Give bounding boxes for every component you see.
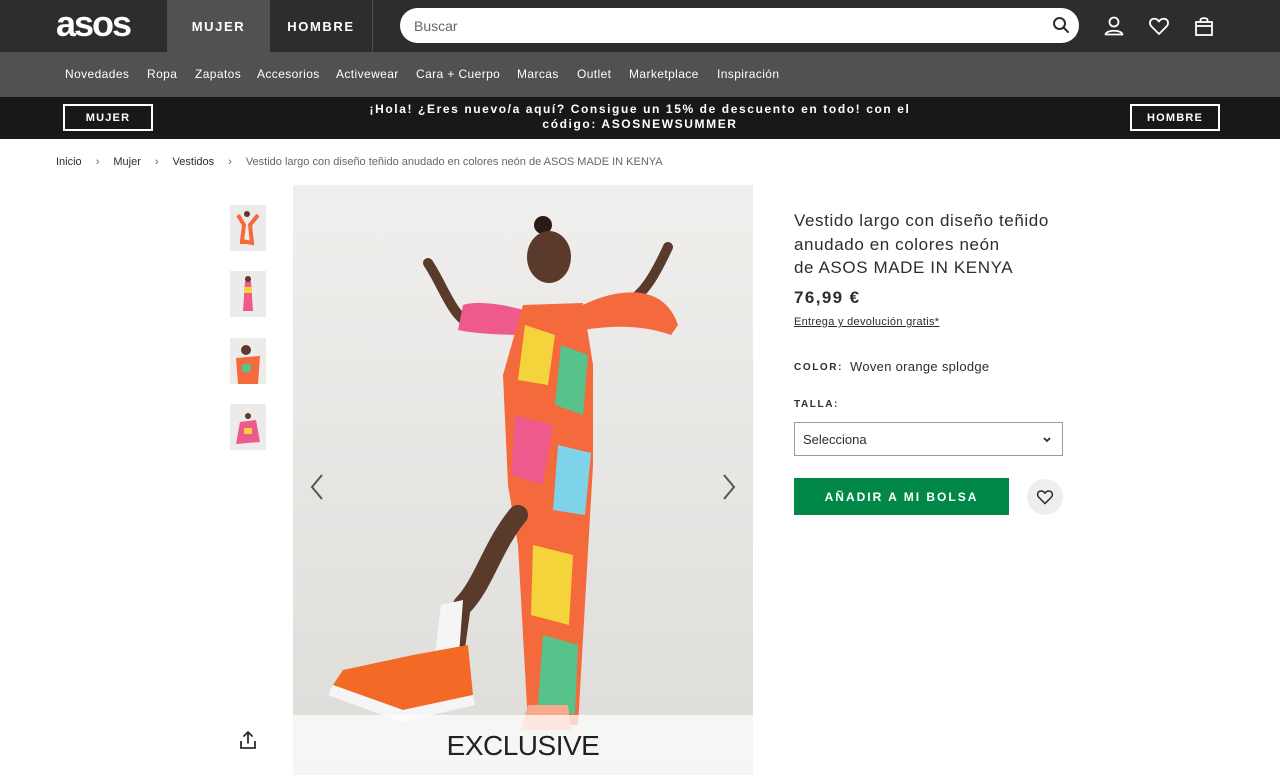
gallery-thumbnail-2[interactable] — [230, 271, 266, 317]
product-photo — [293, 185, 753, 775]
nav-item-inspiracion[interactable]: Inspiración — [717, 52, 779, 97]
chevron-right-icon: › — [154, 156, 159, 168]
size-select[interactable]: Selecciona — [794, 422, 1063, 456]
search-icon[interactable] — [1052, 16, 1070, 34]
chevron-right-icon: › — [95, 156, 100, 168]
promo-mujer-button[interactable]: MUJER — [63, 104, 153, 131]
heart-icon[interactable] — [1148, 15, 1170, 37]
nav-item-accesorios[interactable]: Accesorios — [257, 52, 320, 97]
breadcrumb-inicio[interactable]: Inicio — [56, 156, 82, 168]
breadcrumb-current: Vestido largo con diseño teñido anudado … — [245, 156, 663, 168]
asos-logo[interactable]: asos — [56, 8, 152, 42]
bag-icon[interactable] — [1193, 15, 1215, 37]
promo-hombre-button[interactable]: HOMBRE — [1130, 104, 1220, 131]
breadcrumb: Inicio › Mujer › Vestidos › Vestido largo con … — [56, 156, 663, 168]
tab-hombre[interactable]: HOMBRE — [270, 0, 372, 52]
color-value: Woven orange splodge — [850, 359, 990, 374]
product-title-line: Vestido largo con diseño teñido — [794, 211, 1049, 230]
breadcrumb-vestidos[interactable]: Vestidos — [173, 156, 215, 168]
nav-item-novedades[interactable]: Novedades — [65, 52, 129, 97]
size-label: TALLA: — [794, 399, 839, 410]
gallery-thumbnail-3[interactable] — [230, 338, 266, 384]
promo-banner: MUJER ¡Hola! ¿Eres nuevo/a aquí? Consigu… — [0, 97, 1280, 139]
search-box — [400, 8, 1079, 43]
nav-item-outlet[interactable]: Outlet — [577, 52, 611, 97]
nav-item-ropa[interactable]: Ropa — [147, 52, 177, 97]
thumbnail-image — [230, 404, 266, 450]
svg-text:asos: asos — [56, 8, 131, 42]
chevron-right-icon: › — [228, 156, 232, 168]
heart-icon — [1036, 490, 1054, 505]
search-input[interactable] — [414, 8, 1034, 43]
thumbnail-image — [230, 205, 266, 251]
exclusive-badge: EXCLUSIVE — [446, 730, 600, 761]
chevron-down-icon — [1043, 437, 1051, 443]
gallery-thumbnail-4[interactable] — [230, 404, 266, 450]
chevron-left-icon[interactable] — [307, 472, 327, 502]
tab-mujer[interactable]: MUJER — [167, 0, 270, 52]
promo-line-2: código: ASOSNEWSUMMER — [542, 117, 738, 131]
nav-item-marketplace[interactable]: Marketplace — [629, 52, 699, 97]
thumbnail-image — [230, 338, 266, 384]
breadcrumb-mujer[interactable]: Mujer — [113, 156, 141, 168]
nav-item-cara-cuerpo[interactable]: Cara + Cuerpo — [416, 52, 500, 97]
account-icon[interactable] — [1103, 15, 1125, 37]
nav-item-zapatos[interactable]: Zapatos — [195, 52, 241, 97]
nav-item-marcas[interactable]: Marcas — [517, 52, 559, 97]
chevron-right-icon[interactable] — [719, 472, 739, 502]
color-label: COLOR: — [794, 362, 844, 373]
product-title-line: anudado en colores neón — [794, 234, 1000, 254]
thumbnail-image — [230, 271, 266, 317]
nav-item-activewear[interactable]: Activewear — [336, 52, 399, 97]
product-title-line: de ASOS MADE IN KENYA — [794, 258, 1014, 277]
add-to-bag-button[interactable]: AÑADIR A MI BOLSA — [794, 478, 1009, 515]
product-main-image[interactable]: EXCLUSIVE — [293, 185, 753, 775]
divider — [372, 0, 373, 52]
product-title: Vestido largo con diseño teñido anudado … — [794, 209, 1094, 280]
top-bar: asos MUJER HOMBRE — [0, 0, 1280, 52]
category-nav: Novedades Ropa Zapatos Accesorios Active… — [0, 52, 1280, 97]
gallery-thumbnail-1[interactable] — [230, 205, 266, 251]
share-icon[interactable] — [238, 730, 258, 750]
delivery-link[interactable]: Entrega y devolución gratis* — [794, 316, 939, 328]
product-price: 76,99 € — [794, 288, 861, 307]
size-select-value: Selecciona — [803, 432, 867, 447]
promo-line-1: ¡Hola! ¿Eres nuevo/a aquí? Consigue un 1… — [369, 102, 911, 116]
promo-message[interactable]: ¡Hola! ¿Eres nuevo/a aquí? Consigue un 1… — [340, 102, 940, 132]
save-for-later-button[interactable] — [1027, 479, 1063, 515]
